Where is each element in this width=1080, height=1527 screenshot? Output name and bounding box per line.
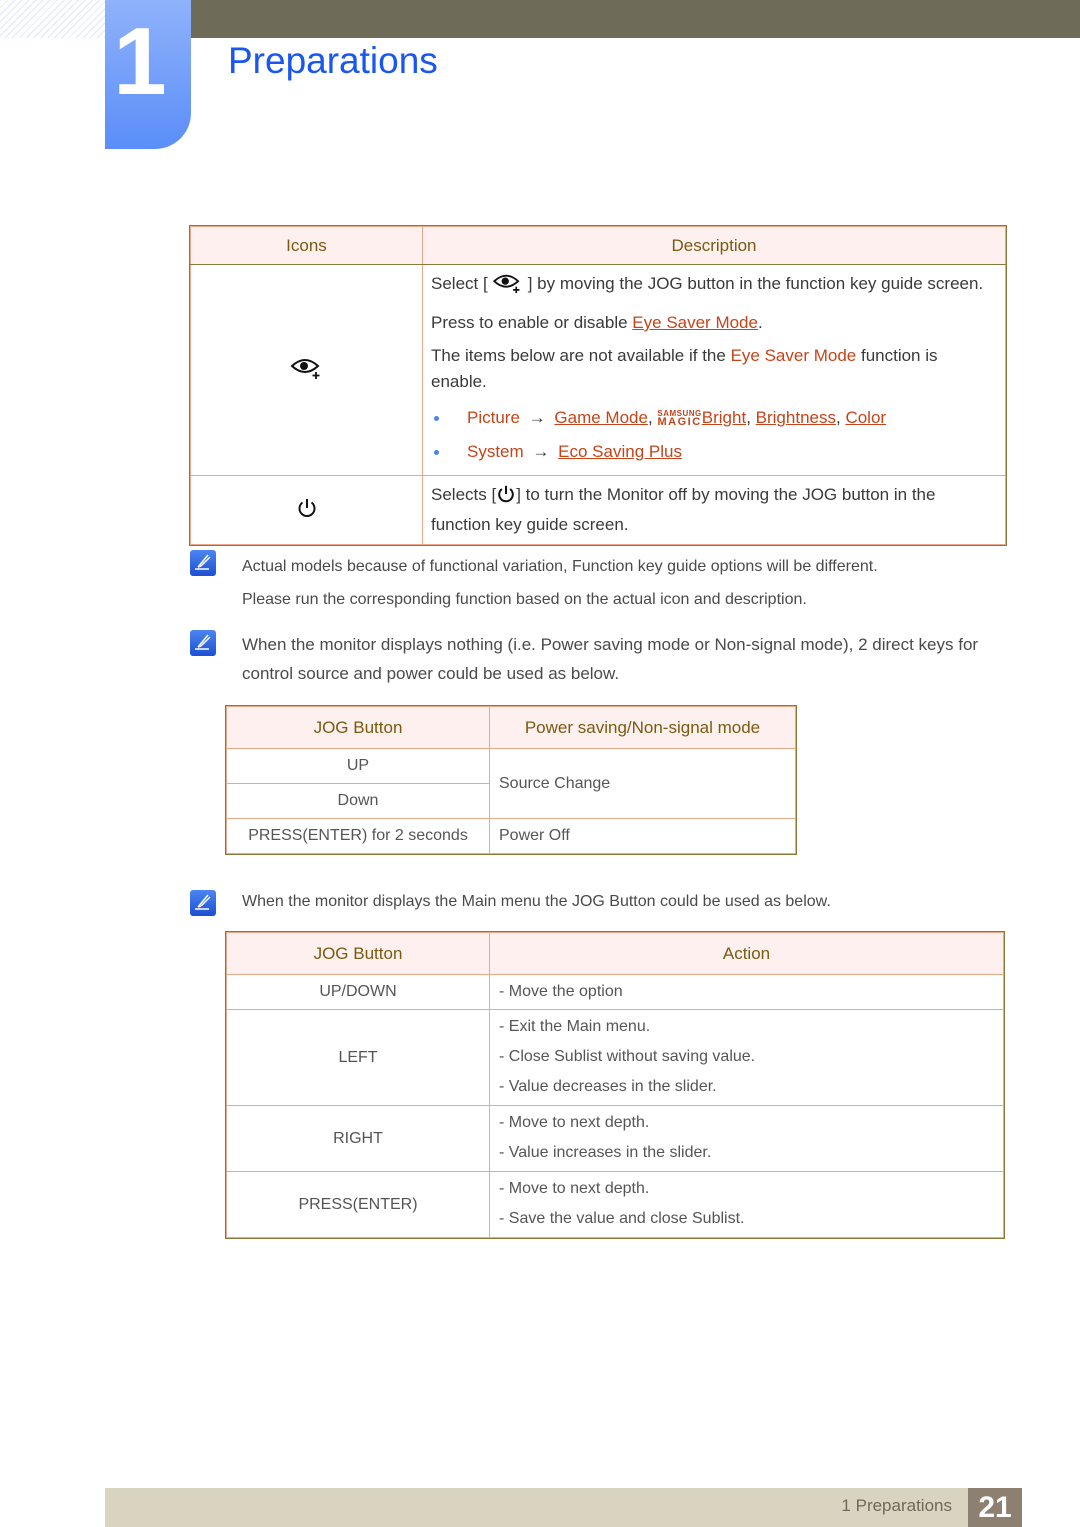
note-text: When the monitor displays nothing (i.e. …	[242, 635, 979, 683]
page-footer: 1 Preparations 21	[105, 1488, 1022, 1527]
note-line: Actual models because of functional vari…	[242, 558, 878, 575]
note-power-saving-keys: When the monitor displays nothing (i.e. …	[190, 630, 1010, 688]
table-row: UP Source Change	[226, 748, 796, 819]
note-icon	[190, 550, 216, 576]
samsung-magic-logo: SAMSUNG MAGIC	[657, 409, 702, 428]
jog-button-cell: UP/DOWN	[226, 974, 490, 1010]
eye-saver-icon	[290, 358, 324, 384]
table-header-row: Icons Description	[190, 226, 1006, 265]
color-link[interactable]: Color	[845, 408, 886, 427]
top-bar	[190, 0, 1080, 38]
jog-button-cell: PRESS(ENTER)	[226, 1171, 490, 1238]
power-icon	[296, 498, 318, 523]
power-instruction: Selects [] to turn the Monitor off by mo…	[431, 484, 936, 534]
column-header-icons: Icons	[190, 226, 423, 265]
column-header-action: Action	[489, 932, 1004, 975]
eye-saver-mode-highlight: Eye Saver Mode	[730, 346, 857, 365]
column-header-jog-button: JOG Button	[226, 706, 490, 749]
list-item: Picture → Game Mode, SAMSUNG MAGIC Bright,…	[431, 401, 997, 435]
icon-cell	[190, 264, 423, 476]
action-cell: - Move the option	[489, 974, 1004, 1010]
select-instruction: Select [] by moving the JOG button in th…	[431, 271, 997, 302]
table-header-row: JOG Button Action	[226, 932, 1004, 975]
availability-note: The items below are not available if the…	[431, 346, 938, 391]
game-mode-link[interactable]: Game Mode	[554, 408, 648, 427]
note-icon	[190, 890, 216, 916]
table-header-row: JOG Button Power saving/Non-signal mode	[226, 706, 796, 749]
eye-saver-icon	[492, 272, 524, 302]
column-header-jog-button: JOG Button	[226, 932, 490, 975]
note-text: When the monitor displays the Main menu …	[242, 893, 831, 910]
footer-section-label: 1 Preparations	[841, 1496, 952, 1515]
jog-button-cell: Down	[226, 783, 490, 819]
table-row: PRESS(ENTER) for 2 seconds Power Off	[226, 818, 796, 854]
jog-button-cell: RIGHT	[226, 1105, 490, 1172]
eye-saver-mode-link[interactable]: Eye Saver Mode	[632, 313, 758, 332]
chapter-tab: 1	[105, 0, 191, 149]
table-row: UP/DOWN - Move the option	[226, 974, 1004, 1010]
table-row: PRESS(ENTER) - Move to next depth. - Sav…	[226, 1171, 1004, 1238]
power-saving-table: JOG Button Power saving/Non-signal mode …	[225, 705, 797, 855]
note-line: Please run the corresponding function ba…	[242, 591, 807, 608]
description-cell: Selects [] to turn the Monitor off by mo…	[422, 475, 1006, 545]
column-header-mode: Power saving/Non-signal mode	[489, 706, 796, 749]
list-item: System → Eco Saving Plus	[431, 435, 997, 469]
action-cell: Source Change	[489, 748, 796, 819]
note-main-menu-jog: When the monitor displays the Main menu …	[190, 890, 1010, 916]
page-number-badge: 21	[968, 1488, 1022, 1527]
eco-saving-plus-link[interactable]: Eco Saving Plus	[558, 442, 682, 461]
note-function-key-options: Actual models because of functional vari…	[190, 550, 1010, 616]
action-cell: - Move to next depth. - Value increases …	[489, 1105, 1004, 1172]
main-menu-table: JOG Button Action UP/DOWN - Move the opt…	[225, 931, 1005, 1239]
note-icon	[190, 630, 216, 656]
action-cell: - Move to next depth. - Save the value a…	[489, 1171, 1004, 1238]
icons-table: Icons Description Select [] by moving th…	[189, 225, 1007, 546]
description-cell: Select [] by moving the JOG button in th…	[422, 264, 1006, 476]
corner-hatch-decoration	[0, 0, 105, 38]
press-instruction: Press to enable or disable Eye Saver Mod…	[431, 313, 763, 332]
menu-system: System	[467, 442, 524, 461]
table-row: Select [] by moving the JOG button in th…	[190, 264, 1006, 476]
action-cell: - Exit the Main menu. - Close Sublist wi…	[489, 1009, 1004, 1106]
table-row: Selects [] to turn the Monitor off by mo…	[190, 475, 1006, 545]
jog-button-cell: UP	[226, 748, 490, 784]
table-row: LEFT - Exit the Main menu. - Close Subli…	[226, 1009, 1004, 1106]
page-title: Preparations	[228, 40, 438, 81]
brightness-link[interactable]: Brightness	[756, 408, 836, 427]
jog-button-cell: LEFT	[226, 1009, 490, 1106]
magic-bright-link[interactable]: Bright	[702, 408, 746, 427]
menu-picture: Picture	[467, 408, 520, 427]
chapter-number: 1	[113, 8, 167, 115]
power-icon	[496, 484, 516, 512]
action-cell: Power Off	[489, 818, 796, 854]
arrow-icon: →	[528, 408, 546, 427]
table-row: RIGHT - Move to next depth. - Value incr…	[226, 1105, 1004, 1172]
icon-cell	[190, 475, 423, 545]
arrow-icon: →	[532, 442, 550, 461]
unavailable-items-list: Picture → Game Mode, SAMSUNG MAGIC Bright,…	[431, 401, 997, 469]
jog-button-cell: PRESS(ENTER) for 2 seconds	[226, 818, 490, 854]
column-header-description: Description	[422, 226, 1006, 265]
